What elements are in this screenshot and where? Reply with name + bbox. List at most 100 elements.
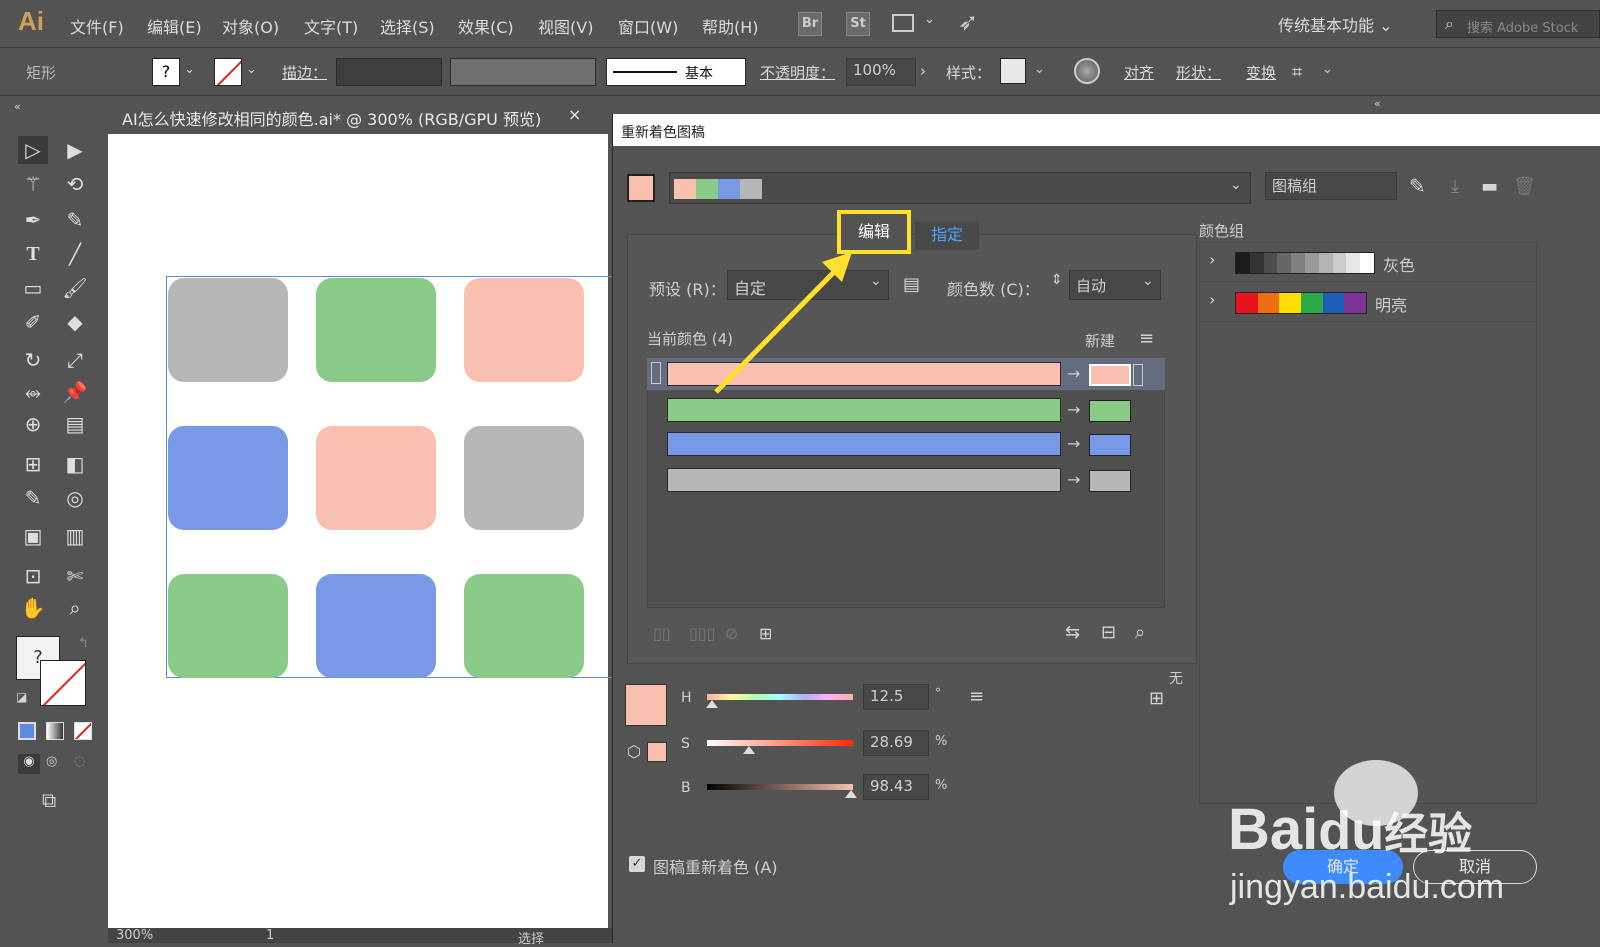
chevron-down-icon[interactable]: ⌄ (1230, 177, 1242, 193)
shaper-tool-icon[interactable]: ✐ (18, 308, 48, 336)
artboard-canvas[interactable] (108, 134, 666, 928)
rotate-tool-icon[interactable]: ↻ (18, 346, 48, 374)
preset-select[interactable]: 自定 ⌄ (727, 270, 889, 300)
row-handle-icon[interactable] (1133, 364, 1143, 386)
direct-selection-tool-icon[interactable]: ▶ (60, 136, 90, 164)
width-tool-icon[interactable]: ⥈ (18, 378, 48, 406)
slider-menu-icon[interactable]: ≡ (969, 686, 984, 707)
tab-edit[interactable]: 编辑 (837, 210, 911, 254)
opacity-input[interactable]: 100% (846, 58, 916, 86)
brush-definition-select[interactable]: 基本 (606, 58, 746, 86)
chevron-down-icon[interactable]: ⌄ (924, 12, 935, 27)
menu-select[interactable]: 选择(S) (380, 14, 435, 38)
harmony-colors-bar[interactable]: ⌄ (669, 172, 1251, 204)
out-of-gamut-icon[interactable]: ⬡ (627, 742, 641, 761)
eyedropper-tool-icon[interactable]: ✎ (18, 484, 48, 512)
menu-help[interactable]: 帮助(H) (702, 14, 759, 38)
color-reduction-options-icon[interactable]: ▤ (903, 274, 920, 295)
zoom-tool-icon[interactable]: ⌕ (60, 594, 90, 622)
bridge-icon[interactable]: Br (798, 12, 822, 36)
artboard-number[interactable]: 1 (266, 928, 274, 943)
transform-link[interactable]: 变换 (1246, 62, 1276, 83)
menu-edit[interactable]: 编辑(E) (147, 14, 202, 38)
eraser-tool-icon[interactable]: ◆ (60, 308, 90, 336)
gpu-performance-icon[interactable]: ➶ (958, 8, 978, 36)
chevron-down-icon[interactable]: ⌄ (1322, 62, 1333, 77)
rectangle-tool-icon[interactable]: ▭ (18, 274, 48, 302)
slider-thumb[interactable] (742, 746, 755, 754)
menu-object[interactable]: 对象(O) (222, 14, 279, 38)
rounded-square-tile[interactable] (464, 278, 584, 382)
perspective-grid-tool-icon[interactable]: ▤ (60, 410, 90, 438)
gradient-tool-icon[interactable]: ◧ (60, 450, 90, 478)
column-graph-tool-icon[interactable]: ▥ (60, 522, 90, 550)
mesh-tool-icon[interactable]: ⊞ (18, 450, 48, 478)
shape-link[interactable]: 形状： (1176, 62, 1221, 83)
symbol-sprayer-tool-icon[interactable]: ▣ (18, 522, 48, 550)
colors-count-select[interactable]: 自动 ⌄ (1069, 270, 1161, 300)
slider-thumb[interactable] (844, 790, 857, 798)
arrow-right-icon[interactable]: → (1067, 364, 1080, 383)
arrow-right-icon[interactable]: → (1067, 434, 1080, 453)
hue-input[interactable]: 12.5 (863, 684, 929, 710)
row-handle-icon[interactable] (651, 362, 661, 384)
swap-colors-icon[interactable]: ↰ (78, 636, 89, 651)
draw-inside-icon[interactable]: ◌ (74, 754, 85, 769)
brightness-slider[interactable] (707, 784, 857, 798)
active-color-swatch[interactable] (627, 174, 655, 202)
ok-button[interactable]: 确定 (1283, 850, 1403, 884)
magic-wand-tool-icon[interactable]: ⚚ (18, 170, 48, 198)
new-color-chip[interactable] (1089, 400, 1131, 422)
chevron-right-icon[interactable]: › (1209, 290, 1215, 309)
menu-icon[interactable]: ≡ (1139, 328, 1154, 349)
find-color-icon[interactable]: ⌕ (1135, 622, 1145, 643)
artwork-group-name-input[interactable]: 图稿组 (1265, 172, 1397, 200)
type-tool-icon[interactable]: T (18, 240, 48, 268)
opacity-label[interactable]: 不透明度： (760, 62, 835, 83)
artboard-tool-icon[interactable]: ⊡ (18, 562, 48, 590)
harmony-color-swatch[interactable] (740, 179, 762, 199)
current-color-row[interactable] (667, 398, 1061, 422)
chevron-right-icon[interactable]: › (920, 62, 926, 80)
harmony-color-swatch[interactable] (718, 179, 740, 199)
puppet-warp-tool-icon[interactable]: 📌 (60, 378, 90, 406)
hand-tool-icon[interactable]: ✋ (18, 594, 48, 622)
stroke-swatch[interactable] (214, 58, 242, 86)
stroke-weight-input[interactable] (336, 58, 442, 86)
rounded-square-tile[interactable] (168, 278, 288, 382)
stock-icon[interactable]: St (846, 12, 870, 36)
arrow-right-icon[interactable]: → (1067, 470, 1080, 489)
close-tab-icon[interactable]: × (568, 105, 581, 124)
brightness-input[interactable]: 98.43 (863, 774, 929, 800)
closest-color-swatch[interactable] (647, 742, 667, 762)
arrange-documents-icon[interactable] (892, 14, 914, 32)
menu-file[interactable]: 文件(F) (70, 14, 124, 38)
saturation-input[interactable]: 28.69 (863, 730, 929, 756)
rounded-square-tile[interactable] (464, 574, 584, 678)
blend-tool-icon[interactable]: ◎ (60, 484, 90, 512)
saturation-slider[interactable] (707, 740, 853, 754)
align-link[interactable]: 对齐 (1124, 62, 1154, 83)
menu-effect[interactable]: 效果(C) (458, 14, 514, 38)
color-group-row[interactable]: › 灰色 (1199, 242, 1537, 282)
rounded-square-tile[interactable] (316, 574, 436, 678)
new-color-chip[interactable] (1089, 470, 1131, 492)
stroke-label[interactable]: 描边： (282, 62, 327, 83)
randomize-saturation-icon[interactable]: ⊟ (1101, 622, 1116, 643)
fill-swatch[interactable]: ? (152, 58, 180, 86)
rounded-square-tile[interactable] (168, 574, 288, 678)
current-color-swatch[interactable] (625, 684, 667, 726)
collapse-icon[interactable]: « (14, 100, 21, 113)
chevron-down-icon[interactable]: ⌄ (246, 62, 257, 77)
menu-type[interactable]: 文字(T) (304, 14, 358, 38)
document-tab[interactable]: AI怎么快速修改相同的颜色.ai* @ 300% (RGB/GPU 预览) × (108, 100, 608, 134)
scale-tool-icon[interactable]: ⤢ (60, 346, 90, 374)
new-color-chip[interactable] (1089, 364, 1131, 386)
rounded-square-tile[interactable] (316, 426, 436, 530)
eyedropper-icon[interactable]: ✎ (1409, 174, 1426, 198)
recolor-artwork-icon[interactable] (1074, 58, 1100, 84)
default-colors-icon[interactable]: ◪ (16, 690, 27, 704)
none-mode-icon[interactable] (74, 722, 92, 740)
screen-mode-icon[interactable]: ⧉ (42, 788, 56, 812)
delete-icon[interactable]: 🗑 (1513, 176, 1536, 197)
